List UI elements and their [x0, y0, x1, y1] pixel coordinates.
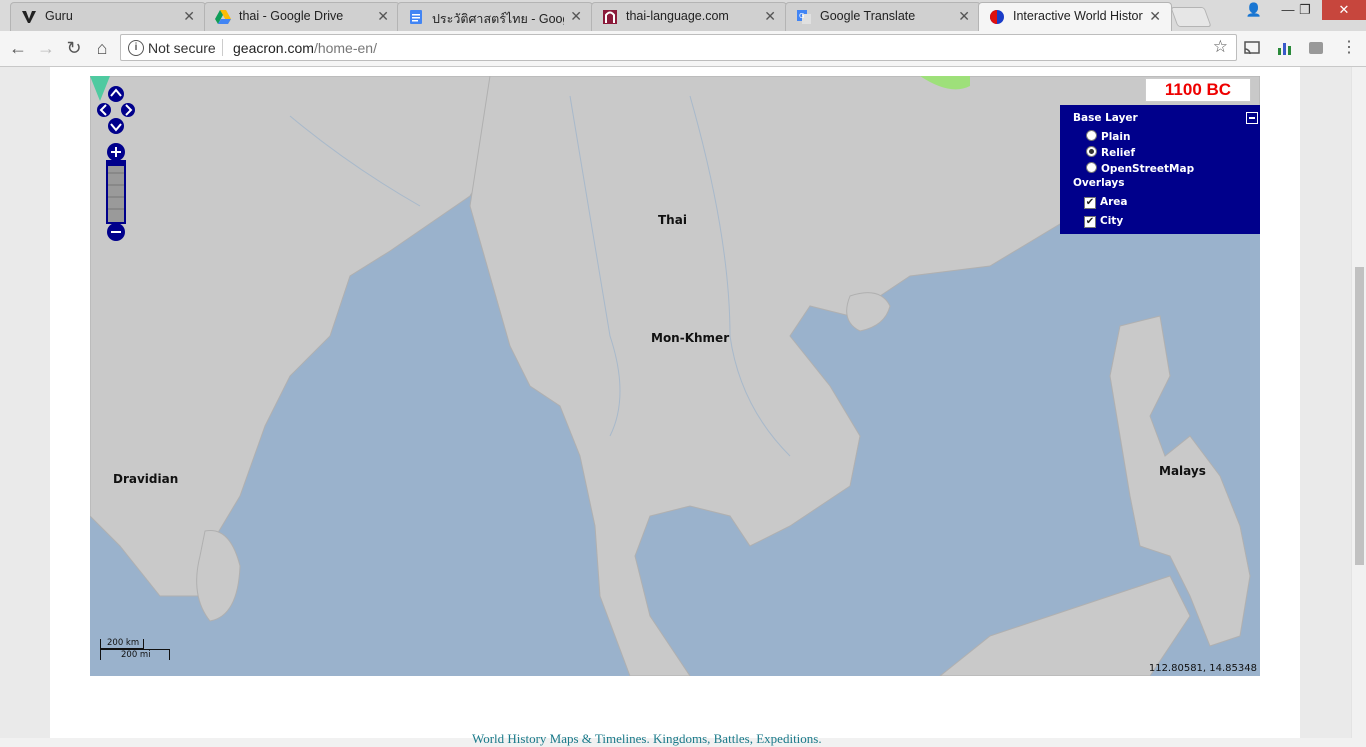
- browser-toolbar: ← → ↻ ⌂ i Not secure geacron.com/home-en…: [0, 31, 1366, 67]
- svg-text:G: G: [799, 12, 804, 20]
- pan-right-icon: [121, 103, 135, 117]
- geacron-icon: [990, 10, 1004, 24]
- radio-icon[interactable]: [1086, 146, 1097, 157]
- checkbox-icon[interactable]: ✔: [1084, 197, 1096, 209]
- layer-switcher: Base Layer Plain Relief OpenStreetMap Ov…: [1060, 105, 1260, 234]
- overlay-label: Area: [1100, 196, 1128, 208]
- overlays-heading: Overlays: [1073, 177, 1125, 189]
- info-icon[interactable]: i: [128, 40, 144, 56]
- extension-chart-icon[interactable]: [1276, 40, 1292, 56]
- google-drive-icon: [215, 10, 231, 24]
- back-icon[interactable]: ←: [7, 37, 29, 59]
- radio-icon[interactable]: [1086, 162, 1097, 173]
- zoom-slider-handle: [107, 161, 125, 166]
- scale-km-label: 200 km: [107, 638, 140, 648]
- url-text[interactable]: geacron.com/home-en/: [233, 40, 377, 56]
- pan-down-icon: [108, 118, 124, 134]
- cast-icon[interactable]: [1244, 40, 1260, 56]
- tab-google-drive[interactable]: thai - Google Drive ✕: [204, 2, 400, 31]
- date-display[interactable]: 1100 BC: [1145, 78, 1251, 102]
- tab-title: Interactive World History: [1013, 9, 1143, 23]
- page-scrollbar[interactable]: [1351, 67, 1366, 738]
- map[interactable]: Thai Mon-Khmer Dravidian Malays 1100 BC …: [90, 76, 1260, 676]
- overlay-area[interactable]: ✔ Area: [1084, 196, 1128, 209]
- tab-google-translate[interactable]: G Google Translate ✕: [785, 2, 981, 31]
- tab-interactive-world-history[interactable]: Interactive World History ✕: [978, 2, 1172, 31]
- close-tab-icon[interactable]: ✕: [1149, 8, 1161, 25]
- close-tab-icon[interactable]: ✕: [183, 8, 195, 25]
- maximize-button[interactable]: ❐: [1288, 0, 1322, 20]
- base-layer-plain[interactable]: Plain: [1086, 130, 1130, 143]
- mouse-coordinates: 112.80581, 14.85348: [1148, 663, 1257, 674]
- tab-title: ประวัติศาสตร์ไทย - Google: [432, 12, 564, 26]
- pan-left-icon: [97, 103, 111, 117]
- v-logo-icon: [22, 11, 36, 23]
- address-bar[interactable]: i Not secure geacron.com/home-en/ ☆: [120, 34, 1237, 61]
- tab-guru[interactable]: Guru ✕: [10, 2, 206, 31]
- url-host: geacron.com: [233, 40, 314, 56]
- tab-google-docs[interactable]: ประวัติศาสตร์ไทย - Google ✕: [397, 2, 593, 31]
- close-tab-icon[interactable]: ✕: [377, 8, 389, 25]
- profile-icon[interactable]: 👤: [1237, 0, 1271, 20]
- overlay-city[interactable]: ✔ City: [1084, 215, 1123, 228]
- close-window-button[interactable]: ✕: [1322, 0, 1366, 20]
- forward-icon[interactable]: →: [35, 37, 57, 59]
- thai-language-icon: [603, 10, 617, 24]
- pan-up-icon: [108, 86, 124, 102]
- overlay-label: City: [1100, 215, 1124, 227]
- tab-title: thai - Google Drive: [239, 9, 344, 23]
- map-nav-control[interactable]: [97, 84, 135, 246]
- base-layer-label: Plain: [1101, 131, 1131, 143]
- zoom-slider: [106, 160, 126, 224]
- minimize-layers-icon[interactable]: [1246, 112, 1258, 124]
- map-label-mon-khmer[interactable]: Mon-Khmer: [651, 331, 729, 345]
- base-layer-relief[interactable]: Relief: [1086, 146, 1135, 159]
- close-tab-icon[interactable]: ✕: [764, 8, 776, 25]
- new-tab-button[interactable]: [1170, 7, 1212, 27]
- footer-link[interactable]: World History Maps & Timelines. Kingdoms…: [472, 731, 822, 747]
- radio-icon[interactable]: [1086, 130, 1097, 141]
- reload-icon[interactable]: ↻: [63, 37, 85, 59]
- checkbox-icon[interactable]: ✔: [1084, 216, 1096, 228]
- page-viewport: Thai Mon-Khmer Dravidian Malays 1100 BC …: [0, 67, 1351, 746]
- google-docs-icon: [410, 10, 422, 24]
- scrollbar-thumb[interactable]: [1355, 267, 1364, 565]
- close-tab-icon[interactable]: ✕: [958, 8, 970, 25]
- tab-title: Guru: [45, 9, 73, 23]
- tab-title: Google Translate: [820, 9, 916, 23]
- security-label: Not secure: [148, 40, 216, 56]
- bookmark-star-icon[interactable]: ☆: [1213, 37, 1228, 57]
- url-path: /home-en/: [313, 40, 377, 56]
- home-icon[interactable]: ⌂: [91, 37, 113, 59]
- extension-icon[interactable]: [1308, 40, 1324, 56]
- base-layer-heading: Base Layer: [1073, 112, 1138, 124]
- tab-strip: Guru ✕ thai - Google Drive ✕ ประวัติศาสต…: [0, 0, 1366, 31]
- map-label-dravidian[interactable]: Dravidian: [113, 472, 178, 486]
- base-layer-label: Relief: [1101, 147, 1136, 159]
- base-layer-openstreetmap[interactable]: OpenStreetMap: [1086, 162, 1194, 175]
- base-layer-label: OpenStreetMap: [1101, 163, 1195, 175]
- divider: [222, 39, 223, 56]
- tab-thai-language[interactable]: thai-language.com ✕: [591, 2, 787, 31]
- tab-title: thai-language.com: [626, 9, 729, 23]
- map-label-malays[interactable]: Malays: [1159, 464, 1206, 478]
- google-translate-icon: G: [797, 10, 811, 24]
- scale-mi-label: 200 mi: [121, 650, 151, 660]
- menu-icon[interactable]: ⋮: [1338, 37, 1360, 59]
- map-label-thai[interactable]: Thai: [658, 213, 687, 227]
- close-tab-icon[interactable]: ✕: [570, 8, 582, 25]
